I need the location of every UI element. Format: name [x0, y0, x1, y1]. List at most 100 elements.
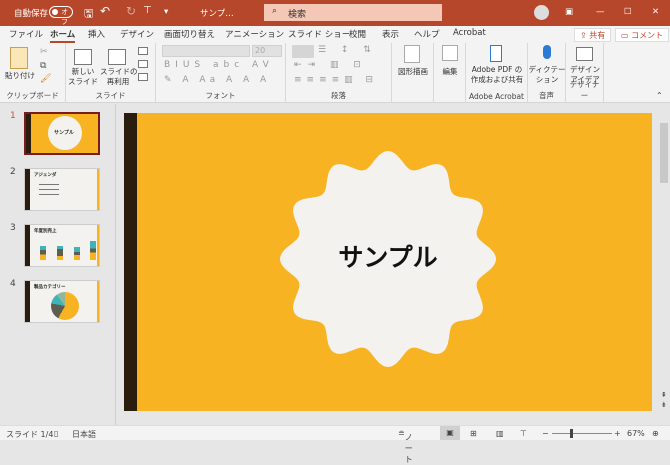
accessibility-icon[interactable]: ▯: [54, 429, 58, 438]
tab-help[interactable]: ヘルプ: [414, 28, 440, 40]
zoom-out-button[interactable]: −: [542, 429, 549, 438]
search-box[interactable]: ⌕ 検索: [264, 4, 442, 21]
reset-icon[interactable]: [138, 60, 148, 68]
comment-label: コメント: [631, 31, 664, 40]
tab-design[interactable]: デザイン: [120, 28, 154, 40]
align-buttons[interactable]: ≡≡≡≡▥ ⊟: [294, 75, 378, 85]
close-icon[interactable]: ✕: [652, 7, 659, 17]
vertical-scrollbar[interactable]: ⇞ ⇟: [658, 113, 670, 413]
layout-icon[interactable]: [138, 47, 148, 55]
cut-icon[interactable]: ✂: [40, 47, 48, 57]
font-label: フォント: [205, 91, 236, 100]
find-icon[interactable]: [442, 45, 458, 61]
share-label: 共有: [589, 31, 606, 40]
zoom-in-button[interactable]: +: [614, 429, 621, 438]
slide-thumbnail-2[interactable]: アジェンダ: [24, 168, 100, 211]
font-size-field[interactable]: 20: [252, 45, 282, 57]
slide-canvas[interactable]: サンプル: [124, 113, 652, 411]
customize-qat-icon[interactable]: ▾: [164, 7, 168, 17]
prev-slide-icon[interactable]: ⇞: [661, 391, 667, 399]
undo-icon[interactable]: ↶: [100, 4, 110, 18]
group-voice: ディクテー ション 音声: [528, 43, 566, 103]
maximize-icon[interactable]: ☐: [624, 7, 632, 17]
ribbon-display-icon[interactable]: ▣: [565, 7, 573, 17]
slide-thumbnail-4[interactable]: 製品カテゴリー: [24, 280, 100, 323]
paragraph-label: 段落: [331, 91, 346, 100]
thumbnail-title: 製品カテゴリー: [34, 285, 66, 290]
avatar[interactable]: [534, 5, 549, 20]
paste-button[interactable]: 貼り付け: [4, 71, 36, 81]
scrollbar-thumb[interactable]: [660, 123, 668, 183]
designer-label: デザイナー: [569, 80, 600, 100]
reading-view-button[interactable]: ▥: [496, 429, 504, 438]
slide-thumbnail-3[interactable]: 年度別売上: [24, 224, 100, 267]
dictate-button-line1[interactable]: ディクテー: [528, 65, 566, 75]
filename[interactable]: サンプ…: [200, 7, 234, 19]
create-pdf-button-line2[interactable]: 作成および共有: [466, 75, 528, 85]
zoom-slider[interactable]: [552, 433, 612, 434]
editing-button[interactable]: 編集: [434, 67, 466, 77]
tab-animations[interactable]: アニメーション: [225, 28, 284, 40]
next-slide-icon[interactable]: ⇟: [661, 401, 667, 409]
zoom-slider-thumb[interactable]: [570, 429, 573, 438]
tab-home[interactable]: ホーム: [50, 28, 76, 43]
group-paragraph: ☰ ↕ ⇅ ⇤⇥ ▥ ⊡ ≡≡≡≡▥ ⊟ 段落: [286, 43, 392, 103]
slide-title[interactable]: サンプル: [278, 238, 498, 274]
clipboard-label: クリップボード: [6, 91, 59, 100]
autosave-toggle[interactable]: オフ: [49, 6, 73, 26]
drawing-button[interactable]: 図形描画: [392, 67, 434, 77]
paste-icon[interactable]: [10, 47, 28, 69]
slideshow-button[interactable]: ⊤: [520, 429, 527, 438]
fit-to-window-icon[interactable]: ⊕: [652, 429, 659, 438]
copy-icon[interactable]: ⧉: [40, 61, 46, 71]
design-ideas-icon[interactable]: [576, 47, 593, 61]
create-pdf-button-line1[interactable]: Adobe PDF の: [466, 65, 528, 75]
section-icon[interactable]: [138, 73, 148, 81]
pdf-icon[interactable]: [490, 45, 502, 62]
save-icon[interactable]: 🖫: [84, 5, 93, 24]
font-color-buttons[interactable]: ✎ A Aa A A A: [164, 75, 270, 85]
zoom-level[interactable]: 67%: [627, 429, 645, 438]
new-slide-button[interactable]: 新しい スライド: [68, 67, 98, 87]
dictate-button-line2[interactable]: ション: [528, 75, 566, 85]
tab-insert[interactable]: 挿入: [88, 28, 105, 40]
indent-buttons[interactable]: ⇤⇥ ▥ ⊡: [294, 60, 367, 70]
shapes-icon[interactable]: [404, 45, 420, 63]
minimize-icon[interactable]: —: [596, 7, 605, 17]
numbering-buttons[interactable]: ☰ ↕ ⇅: [318, 45, 377, 55]
tab-file[interactable]: ファイル: [9, 28, 43, 40]
tab-acrobat[interactable]: Acrobat: [453, 28, 486, 38]
redo-icon[interactable]: ↻: [126, 4, 136, 18]
share-button[interactable]: ⇪ 共有: [574, 28, 612, 42]
group-acrobat: Adobe PDF の 作成および共有 Adobe Acrobat: [466, 43, 528, 103]
bullets-button[interactable]: [292, 45, 314, 58]
tab-transitions[interactable]: 画面切り替え: [164, 28, 215, 40]
slide-sorter-button[interactable]: ⊞: [470, 429, 477, 438]
reuse-slides-icon[interactable]: [108, 49, 126, 65]
design-ideas-line1[interactable]: デザイン: [566, 65, 604, 75]
tab-review[interactable]: 校閲: [349, 28, 366, 40]
comment-button[interactable]: ▭ コメント: [615, 28, 670, 42]
language[interactable]: 日本語: [72, 429, 96, 440]
notes-button[interactable]: ≘ ノート: [398, 429, 413, 464]
present-icon[interactable]: ⊤: [143, 5, 152, 16]
group-font: 20 BIUS abc AV ✎ A Aa A A A フォント: [156, 43, 286, 103]
font-name-field[interactable]: [162, 45, 250, 57]
tab-view[interactable]: 表示: [382, 28, 399, 40]
ribbon-tabs: ファイル ホーム 挿入 デザイン 画面切り替え アニメーション スライド ショー…: [0, 26, 670, 43]
group-designer: デザイン アイデア デザイナー: [566, 43, 604, 103]
group-editing: 編集: [434, 43, 466, 103]
collapse-ribbon-icon[interactable]: ⌃: [656, 91, 663, 100]
new-slide-icon[interactable]: [74, 49, 92, 65]
slides-label: スライド: [95, 91, 126, 100]
slide-thumbnail-1[interactable]: サンプル: [24, 112, 100, 155]
font-style-buttons[interactable]: BIUS abc AV: [164, 60, 274, 70]
microphone-icon[interactable]: [543, 45, 551, 59]
format-painter-icon[interactable]: 🖌: [40, 74, 51, 84]
slide-count: スライド 1/4: [6, 430, 54, 439]
ribbon: 貼り付け ✂ ⧉ 🖌 クリップボード 新しい スライド スライドの 再利用 スラ…: [0, 43, 670, 103]
reuse-slides-button[interactable]: スライドの 再利用: [100, 67, 138, 87]
group-slides: 新しい スライド スライドの 再利用 スライド: [66, 43, 156, 103]
normal-view-button[interactable]: ▣: [440, 426, 460, 440]
tab-slideshow[interactable]: スライド ショー: [288, 28, 350, 40]
